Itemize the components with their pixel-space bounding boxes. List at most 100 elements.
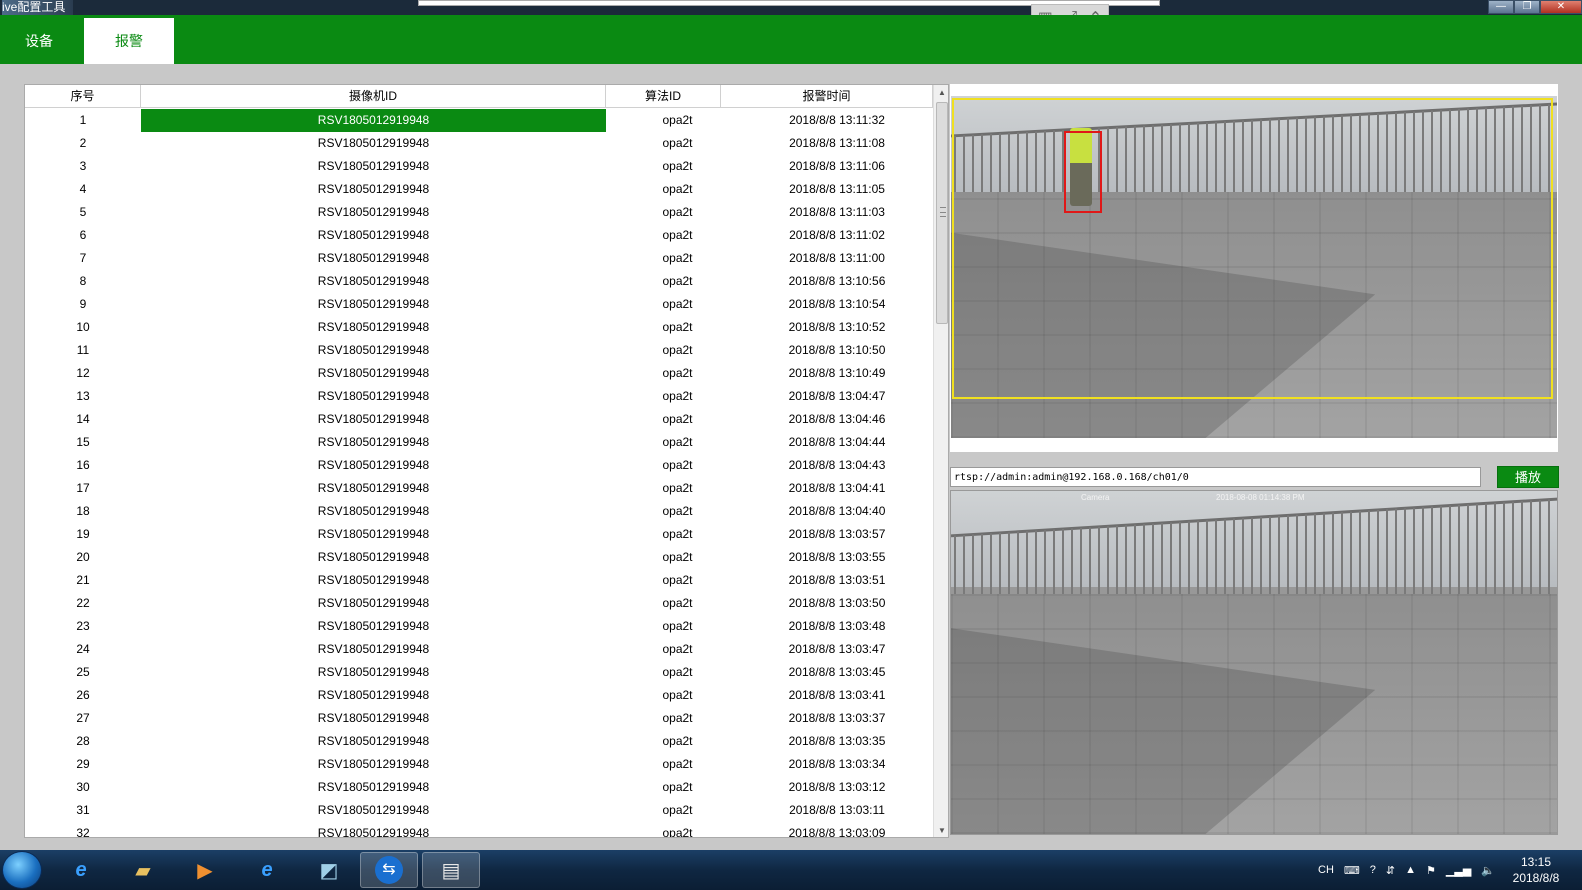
cell-algorithm-id: opa2t xyxy=(662,481,693,495)
table-row[interactable]: 17 RSV1805012919948 opa2t 2018/8/8 13:04:41 xyxy=(25,477,933,500)
scroll-up-icon[interactable]: ▲ xyxy=(934,85,948,101)
table-row[interactable]: 18 RSV1805012919948 opa2t 2018/8/8 13:04:40 xyxy=(25,500,933,523)
cell-camera-id: RSV1805012919948 xyxy=(317,757,430,771)
media-player-icon[interactable]: ▶ xyxy=(176,852,234,888)
table-row[interactable]: 15 RSV1805012919948 opa2t 2018/8/8 13:04:44 xyxy=(25,431,933,454)
table-row[interactable]: 14 RSV1805012919948 opa2t 2018/8/8 13:04:46 xyxy=(25,408,933,431)
table-row[interactable]: 7 RSV1805012919948 opa2t 2018/8/8 13:11:00 xyxy=(25,247,933,270)
header-index[interactable]: 序号 xyxy=(25,85,141,108)
tab-device[interactable]: 设备 xyxy=(0,18,78,64)
cell-algorithm-id: opa2t xyxy=(662,182,693,196)
table-row[interactable]: 6 RSV1805012919948 opa2t 2018/8/8 13:11:02 xyxy=(25,224,933,247)
table-row[interactable]: 8 RSV1805012919948 opa2t 2018/8/8 13:10:56 xyxy=(25,270,933,293)
table-row[interactable]: 10 RSV1805012919948 opa2t 2018/8/8 13:10:52 xyxy=(25,316,933,339)
cell-camera-id: RSV1805012919948 xyxy=(317,320,430,334)
table-row[interactable]: 5 RSV1805012919948 opa2t 2018/8/8 13:11:03 xyxy=(25,201,933,224)
table-row[interactable]: 4 RSV1805012919948 opa2t 2018/8/8 13:11:05 xyxy=(25,178,933,201)
close-button[interactable]: ✕ xyxy=(1540,0,1582,14)
table-row[interactable]: 23 RSV1805012919948 opa2t 2018/8/8 13:03:48 xyxy=(25,615,933,638)
cell-camera-id: RSV1805012919948 xyxy=(317,665,430,679)
tab-alarm[interactable]: 报警 xyxy=(84,18,174,64)
cell-camera-id: RSV1805012919948 xyxy=(317,182,430,196)
folder-icon[interactable]: ▰ xyxy=(114,852,172,888)
cell-alarm-time: 2018/8/8 13:11:03 xyxy=(789,205,885,219)
scroll-down-icon[interactable]: ▼ xyxy=(934,823,948,837)
cell-algorithm-id: opa2t xyxy=(662,412,693,426)
clock[interactable]: 13:15 2018/8/8 xyxy=(1500,854,1572,886)
table-row[interactable]: 27 RSV1805012919948 opa2t 2018/8/8 13:03:37 xyxy=(25,707,933,730)
table-row[interactable]: 2 RSV1805012919948 opa2t 2018/8/8 13:11:08 xyxy=(25,132,933,155)
cell-alarm-time: 2018/8/8 13:04:43 xyxy=(788,458,886,472)
cell-camera-id: RSV1805012919948 xyxy=(317,412,430,426)
table-row[interactable]: 26 RSV1805012919948 opa2t 2018/8/8 13:03:41 xyxy=(25,684,933,707)
network-adapter-icon[interactable]: ⇵ xyxy=(1386,864,1395,877)
table-row[interactable]: 31 RSV1805012919948 opa2t 2018/8/8 13:03:11 xyxy=(25,799,933,822)
cell-index: 23 xyxy=(76,619,90,633)
table-header: 序号 摄像机ID 算法ID 报警时间 xyxy=(25,85,933,108)
table-row[interactable]: 11 RSV1805012919948 opa2t 2018/8/8 13:10:50 xyxy=(25,339,933,362)
table-row[interactable]: 24 RSV1805012919948 opa2t 2018/8/8 13:03:47 xyxy=(25,638,933,661)
cell-alarm-time: 2018/8/8 13:03:37 xyxy=(788,711,886,725)
volume-muted-icon[interactable]: 🔈 xyxy=(1481,864,1495,877)
table-row[interactable]: 19 RSV1805012919948 opa2t 2018/8/8 13:03:57 xyxy=(25,523,933,546)
header-alarm-time[interactable]: 报警时间 xyxy=(721,85,933,108)
cell-algorithm-id: opa2t xyxy=(662,527,693,541)
header-algorithm-id[interactable]: 算法ID xyxy=(606,85,721,108)
cell-algorithm-id: opa2t xyxy=(662,366,693,380)
table-row[interactable]: 28 RSV1805012919948 opa2t 2018/8/8 13:03:35 xyxy=(25,730,933,753)
cell-alarm-time: 2018/8/8 13:11:08 xyxy=(789,136,885,150)
cell-index: 16 xyxy=(76,458,90,472)
table-row[interactable]: 16 RSV1805012919948 opa2t 2018/8/8 13:04:43 xyxy=(25,454,933,477)
table-row[interactable]: 9 RSV1805012919948 opa2t 2018/8/8 13:10:54 xyxy=(25,293,933,316)
keyboard-icon[interactable]: ⌨ xyxy=(1344,864,1360,877)
cell-index: 26 xyxy=(76,688,90,702)
table-row[interactable]: 1 RSV1805012919948 opa2t 2018/8/8 13:11:32 xyxy=(25,109,933,132)
cell-alarm-time: 2018/8/8 13:10:56 xyxy=(788,274,886,288)
action-center-icon[interactable]: ⚑ xyxy=(1426,864,1436,877)
cell-index: 8 xyxy=(79,274,87,288)
table-row[interactable]: 12 RSV1805012919948 opa2t 2018/8/8 13:10:49 xyxy=(25,362,933,385)
table-row[interactable]: 32 RSV1805012919948 opa2t 2018/8/8 13:03:09 xyxy=(25,822,933,837)
cell-index: 1 xyxy=(79,113,87,127)
cell-camera-id: RSV1805012919948 xyxy=(317,435,430,449)
cell-index: 20 xyxy=(76,550,90,564)
scroll-thumb[interactable] xyxy=(936,102,948,324)
table-scrollbar[interactable]: ▲ ▼ xyxy=(933,85,948,837)
table-row[interactable]: 22 RSV1805012919948 opa2t 2018/8/8 13:03:50 xyxy=(25,592,933,615)
cell-algorithm-id: opa2t xyxy=(662,619,693,633)
clock-time: 13:15 xyxy=(1520,855,1552,869)
language-indicator[interactable]: CH xyxy=(1318,864,1334,876)
cell-camera-id: RSV1805012919948 xyxy=(317,596,430,610)
cell-index: 30 xyxy=(76,780,90,794)
cell-alarm-time: 2018/8/8 13:10:49 xyxy=(788,366,886,380)
cell-camera-id: RSV1805012919948 xyxy=(317,389,430,403)
signal-icon[interactable]: ▁▃▅ xyxy=(1446,864,1471,877)
table-row[interactable]: 20 RSV1805012919948 opa2t 2018/8/8 13:03:55 xyxy=(25,546,933,569)
table-row[interactable]: 3 RSV1805012919948 opa2t 2018/8/8 13:11:06 xyxy=(25,155,933,178)
table-row[interactable]: 25 RSV1805012919948 opa2t 2018/8/8 13:03:45 xyxy=(25,661,933,684)
ie-icon[interactable]: e xyxy=(52,852,110,888)
cell-algorithm-id: opa2t xyxy=(662,159,693,173)
show-hidden-icons[interactable]: ▲ xyxy=(1405,864,1416,876)
cell-alarm-time: 2018/8/8 13:04:44 xyxy=(788,435,886,449)
header-camera-id[interactable]: 摄像机ID xyxy=(141,85,606,108)
notepad-icon[interactable]: ◩ xyxy=(300,852,358,888)
teamviewer-icon[interactable]: ⇆ xyxy=(360,852,418,888)
cell-alarm-time: 2018/8/8 13:03:50 xyxy=(788,596,886,610)
help-icon[interactable]: ? xyxy=(1370,864,1376,876)
system-tray: CH ⌨ ? ⇵ ▲ ⚑ ▁▃▅ 🔈 13:15 2018/8/8 xyxy=(1313,850,1582,890)
table-row[interactable]: 29 RSV1805012919948 opa2t 2018/8/8 13:03:34 xyxy=(25,753,933,776)
table-row[interactable]: 13 RSV1805012919948 opa2t 2018/8/8 13:04:47 xyxy=(25,385,933,408)
ie-icon[interactable]: e xyxy=(238,852,296,888)
cell-algorithm-id: opa2t xyxy=(662,665,693,679)
table-row[interactable]: 21 RSV1805012919948 opa2t 2018/8/8 13:03:51 xyxy=(25,569,933,592)
play-button[interactable]: 播放 xyxy=(1497,466,1559,488)
maximize-button[interactable]: ❐ xyxy=(1514,0,1540,14)
table-row[interactable]: 30 RSV1805012919948 opa2t 2018/8/8 13:03:12 xyxy=(25,776,933,799)
cell-index: 24 xyxy=(76,642,90,656)
cell-index: 27 xyxy=(76,711,90,725)
rtsp-url-input[interactable] xyxy=(950,467,1481,487)
minimize-button[interactable]: — xyxy=(1488,0,1514,14)
start-button[interactable] xyxy=(2,851,42,889)
app-window-icon[interactable]: ▤ xyxy=(422,852,480,888)
